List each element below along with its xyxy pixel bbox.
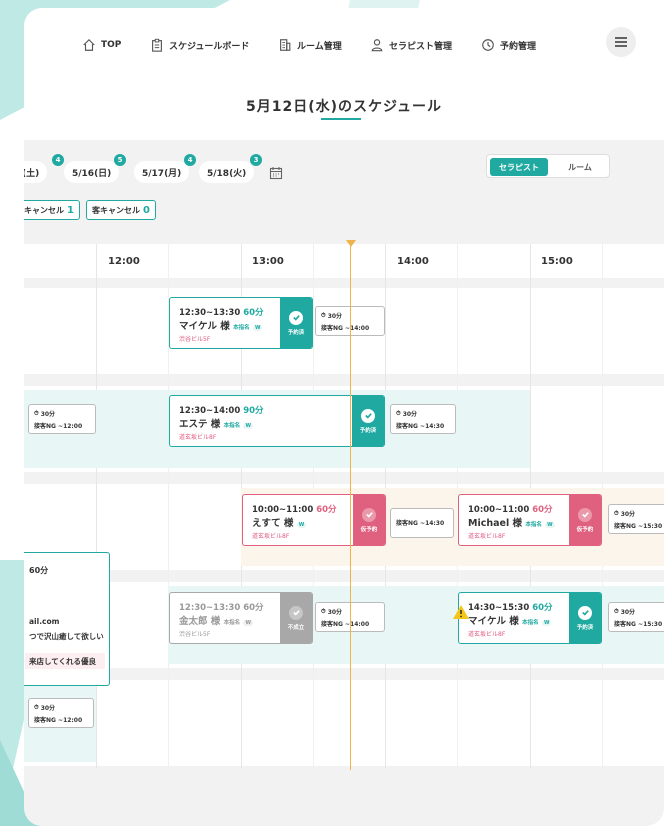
building-icon [280,39,291,51]
toggle-therapist[interactable]: セラピスト [490,158,548,176]
timer-icon: ⏱ [321,607,326,615]
nav-reservation-management-label: 予約管理 [500,41,537,52]
date-pill[interactable]: 5/18(火) [199,161,255,183]
user-icon [371,39,383,52]
hour-header: 12:00 13:00 14:00 15:00 [24,244,664,278]
check-icon [289,310,303,325]
check-icon [362,507,376,522]
current-time-line [350,246,351,770]
check-icon [361,408,375,423]
date-count-badge: 3 [250,154,262,166]
nav-room-management-label: ルーム管理 [297,41,342,52]
appointment-card[interactable]: 12:30~13:30 60分 マイケル 様 本指名 W 渋谷ビル5F 予約済 [169,297,313,349]
nav-schedule-board[interactable]: スケジュールボード [150,38,249,52]
nav-top[interactable]: TOP [82,38,121,52]
status-badge: 仮予約 [569,495,601,545]
cancel-count-button[interactable]: キャンセル 1 [24,200,80,220]
break-block[interactable]: ⏱ 30分 接客NG ~15:30 [608,504,664,534]
hour-label: 14:00 [397,256,429,267]
nav-therapist-management-label: セラピスト管理 [389,41,453,52]
nav-reservation-management[interactable]: 予約管理 [481,38,536,52]
popup-highlight: 来店してくれる優良 [25,653,105,669]
hour-label: 12:00 [108,256,140,267]
menu-button[interactable] [606,27,636,57]
popup-note: つで沢山癒して欲しい [29,632,104,641]
date-pill[interactable]: 5/17(月) [134,161,190,183]
appointment-card[interactable]: 10:00~11:00 60分 Michael 様 本指名 W 道玄坂ビル8F … [458,494,602,546]
timer-icon: ⏱ [396,409,401,417]
break-block[interactable]: ⏱ 30分 接客NG ~12:00 [28,404,96,434]
timer-icon: ⏱ [34,409,39,417]
page-title: 5月12日(水)のスケジュール [245,99,443,115]
check-icon [289,605,303,620]
appointment-card[interactable]: 10:00~11:00 60分 えすて 様 W 道玄坂ビル8F 仮予約 [242,494,386,546]
clock-icon [482,39,494,51]
appointment-card[interactable]: 14:30~15:30 60分 マイケル 様 本指名 W 道玄坂ビル8F 予約済 [458,592,602,644]
hamburger-icon [615,37,627,47]
home-icon [83,38,95,51]
status-badge: 仮予約 [353,495,385,545]
date-pill[interactable]: 5/16(日) [64,161,120,183]
status-badge: 予約済 [569,593,601,643]
date-count-badge: 5 [114,154,126,166]
nav-room-management[interactable]: ルーム管理 [278,38,342,52]
hour-label: 13:00 [252,256,284,267]
break-block[interactable]: ⏱ 30分 接客NG ~15:30 [608,602,664,632]
popup-duration: 60分 [29,566,49,575]
break-block[interactable]: 接客NG ~14:30 [390,508,454,538]
date-count-badge: 4 [184,154,196,166]
status-badge: 予約済 [352,396,384,446]
nav-top-label: TOP [101,40,122,50]
date-count-badge: 4 [52,154,64,166]
clipboard-icon [152,38,162,52]
check-icon [578,507,592,522]
nav-therapist-management[interactable]: セラピスト管理 [370,38,452,52]
break-block[interactable]: ⏱ 30分 接客NG ~12:00 [28,698,94,728]
timer-icon: ⏱ [614,509,619,517]
timer-icon: ⏱ [614,607,619,615]
timer-icon: ⏱ [34,703,39,711]
status-badge: 予約済 [280,298,312,348]
appointment-detail-popup[interactable]: 60分 ail.com つで沢山癒して欲しい 来店してくれる優良 [24,552,110,686]
appointment-card[interactable]: 12:30~14:00 90分 エステ 様 本指名 W 道玄坂ビル8F 予約済 [169,395,385,447]
status-badge: 不成立 [280,593,312,643]
break-block[interactable]: ⏱ 30分 接客NG ~14:30 [390,404,456,434]
warning-icon [452,604,470,624]
date-pill[interactable]: (土) [24,161,48,183]
view-toggle: セラピスト ルーム [486,154,610,178]
customer-cancel-count-button[interactable]: 客キャンセル 0 [86,200,156,220]
title-underline [321,118,361,120]
appointment-card[interactable]: 12:30~13:30 60分 金太郎 様 本指名 W 渋谷ビル5F 不成立 [169,592,313,644]
top-nav: TOP スケジュールボード ルーム管理 セラピスト管理 予約管理 [24,38,664,58]
current-time-marker [346,240,356,247]
nav-schedule-board-label: スケジュールボード [169,41,250,52]
timer-icon: ⏱ [321,311,326,319]
schedule-card: TOP スケジュールボード ルーム管理 セラピスト管理 予約管理 5月12日(水… [24,8,664,826]
therapist-row [24,680,664,766]
check-icon [578,605,592,620]
hour-label: 15:00 [541,256,573,267]
popup-email: ail.com [29,617,60,626]
calendar-icon[interactable] [269,165,283,184]
toggle-room[interactable]: ルーム [553,158,607,176]
